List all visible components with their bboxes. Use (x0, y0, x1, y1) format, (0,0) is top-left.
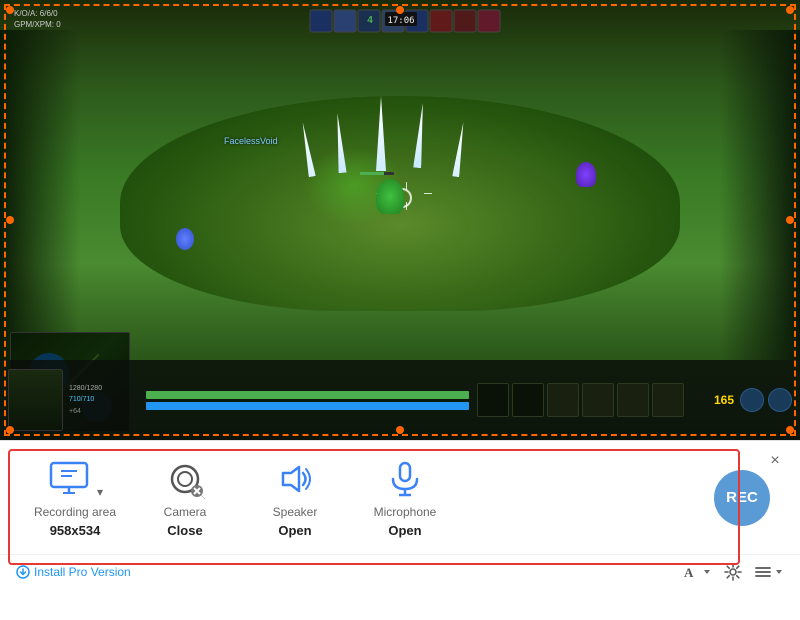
menu-button[interactable] (754, 563, 784, 581)
camera-icon (163, 457, 207, 501)
camera-label: Camera (164, 505, 207, 519)
rec-button[interactable]: REC (714, 470, 770, 526)
speaker-icon (273, 457, 317, 501)
camera-control[interactable]: Camera Close (130, 457, 240, 538)
recording-area-value: 958x534 (50, 523, 101, 538)
microphone-icon (383, 457, 427, 501)
chevron-down-icon[interactable]: ▾ (97, 485, 103, 499)
microphone-value: Open (388, 523, 421, 538)
control-panel: × ▾ Recor (0, 440, 800, 620)
install-pro-label: Install Pro Version (34, 565, 131, 579)
controls-row: ▾ Recording area 958x534 (0, 441, 800, 554)
monitor-icon (47, 457, 91, 501)
speaker-control[interactable]: Speaker Open (240, 457, 350, 538)
svg-text:17:06: 17:06 (387, 16, 414, 26)
speaker-label: Speaker (273, 505, 318, 519)
game-bottom-hud: 1280/1280 710/710 +64 165 (0, 360, 800, 440)
svg-text:A: A (684, 565, 694, 580)
game-hud-top: 17:06 4 4 (0, 8, 800, 36)
download-icon (16, 565, 30, 579)
svg-text:4: 4 (367, 15, 373, 26)
settings-button[interactable] (724, 563, 742, 581)
microphone-control[interactable]: Microphone Open (350, 457, 460, 538)
install-pro-link[interactable]: Install Pro Version (16, 565, 131, 579)
game-screen: K/O/A: 6/6/0 GPM/XPM: 0 17:06 4 4 (0, 0, 800, 440)
camera-value: Close (167, 523, 202, 538)
text-format-button[interactable]: A (682, 563, 712, 581)
bottom-icons: A (682, 563, 784, 581)
microphone-label: Microphone (374, 505, 437, 519)
bottom-bar: Install Pro Version A (0, 554, 800, 589)
recording-area-label: Recording area (34, 505, 116, 519)
speaker-value: Open (278, 523, 311, 538)
close-button[interactable]: × (765, 451, 785, 471)
recording-area-control[interactable]: ▾ Recording area 958x534 (20, 457, 130, 538)
